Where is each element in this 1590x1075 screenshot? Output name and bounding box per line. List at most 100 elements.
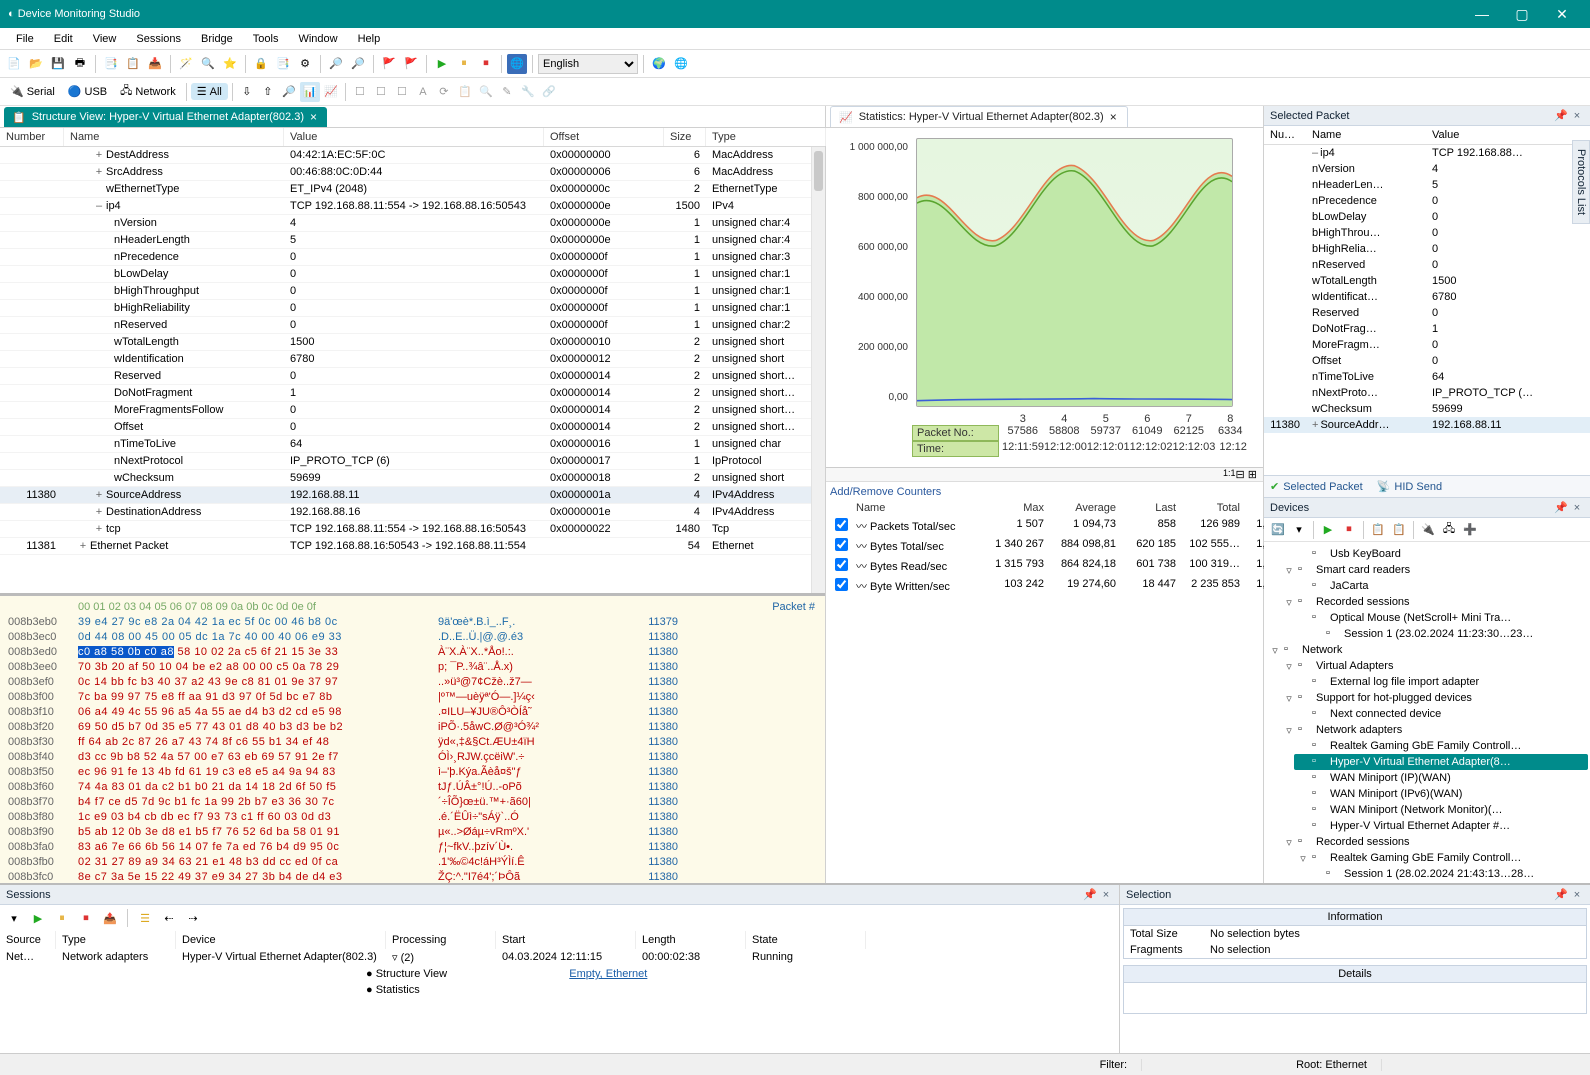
devices-tree[interactable]: ▫Usb KeyBoard▿▫Smart card readers▫JaCart…: [1264, 542, 1590, 883]
hex-row[interactable]: 008b3ed0c0 a8 58 0b c0 a8 58 10 02 2a c5…: [0, 645, 825, 660]
sel-col-header[interactable]: Name: [1306, 126, 1426, 144]
selected-packet-row[interactable]: nHeaderLen…5: [1264, 177, 1590, 193]
gear-icon[interactable]: ⚙: [295, 54, 315, 74]
pin-icon[interactable]: 📌: [1554, 109, 1568, 123]
table-row[interactable]: nHeaderLength50x0000000e1unsigned char:4…: [0, 232, 825, 249]
hex-row[interactable]: 008b3eb039 e4 27 9c e8 2a 04 42 1a ec 5f…: [0, 615, 825, 630]
twisty-icon[interactable]: ▿: [1284, 724, 1294, 737]
paste-icon[interactable]: 📥: [145, 54, 165, 74]
findnext-icon[interactable]: 🔎: [348, 54, 368, 74]
table-row[interactable]: nReserved00x0000000f1unsigned char:22024…: [0, 317, 825, 334]
new-icon[interactable]: 📄: [4, 54, 24, 74]
t8-icon[interactable]: ☐: [392, 82, 412, 102]
ses-right-icon[interactable]: ⇢: [183, 908, 203, 928]
col-header[interactable]: Name: [64, 128, 284, 146]
twisty-icon[interactable]: ▿: [1284, 836, 1294, 849]
filter-icon[interactable]: 🔍: [198, 54, 218, 74]
menu-sessions[interactable]: Sessions: [126, 31, 191, 47]
session-col-header[interactable]: Source: [0, 931, 56, 949]
pin2-icon[interactable]: 📌: [1554, 501, 1568, 515]
hex-row[interactable]: 008b3fa083 a6 7e 66 6b 56 14 07 fe 7a ed…: [0, 840, 825, 855]
menu-edit[interactable]: Edit: [44, 31, 83, 47]
hex-row[interactable]: 008b3ee070 3b 20 af 50 10 04 be e2 a8 00…: [0, 660, 825, 675]
col-header[interactable]: Value: [284, 128, 544, 146]
twisty-icon[interactable]: ▿: [1284, 564, 1294, 577]
table-row[interactable]: +DestAddress04:42:1A:EC:5F:0C0x000000006…: [0, 147, 825, 164]
tree-node[interactable]: ▫WAN Miniport (IP)(WAN): [1294, 770, 1588, 786]
network-mode[interactable]: 🖧Network: [114, 80, 182, 103]
selected-packet-row[interactable]: nTimeToLive64: [1264, 369, 1590, 385]
table-row[interactable]: 11381+Ethernet PacketTCP 192.168.88.16:5…: [0, 538, 825, 555]
close-icon[interactable]: ×: [1570, 109, 1584, 123]
ses-export-icon[interactable]: 📤: [100, 908, 120, 928]
tree-node[interactable]: ▿▫Virtual Adapters: [1280, 658, 1588, 674]
table-row[interactable]: MoreFragmentsFollow00x000000142unsigned …: [0, 402, 825, 419]
table-row[interactable]: bHighReliability00x0000000f1unsigned cha…: [0, 300, 825, 317]
counter-row[interactable]: 〰 Bytes Total/sec1 340 267884 098,81620 …: [830, 536, 1259, 556]
structure-view-tab[interactable]: 📋 Structure View: Hyper-V Virtual Ethern…: [4, 107, 327, 127]
table-row[interactable]: nVersion40x0000000e1unsigned char:42024-…: [0, 215, 825, 232]
find-icon[interactable]: 🔎: [326, 54, 346, 74]
sel-col-header[interactable]: Value: [1426, 126, 1590, 144]
twisty-icon[interactable]: ▿: [1298, 852, 1308, 865]
menu-file[interactable]: File: [6, 31, 44, 47]
zoom-spinner[interactable]: ⊟ ⊞: [1236, 468, 1258, 481]
flag2-icon[interactable]: 🚩: [401, 54, 421, 74]
table-row[interactable]: wTotalLength15000x000000102unsigned shor…: [0, 334, 825, 351]
twisty-icon[interactable]: ▿: [1284, 692, 1294, 705]
scrollbar[interactable]: [811, 147, 825, 593]
tree-node[interactable]: ▫Realtek Gaming GbE Family Controll…: [1294, 738, 1588, 754]
selected-packet-row[interactable]: DoNotFrag…1: [1264, 321, 1590, 337]
pin3-icon[interactable]: 📌: [1083, 888, 1097, 902]
table-row[interactable]: 11380+SourceAddress192.168.88.110x000000…: [0, 487, 825, 504]
copy1-icon[interactable]: 📑: [101, 54, 121, 74]
close-button[interactable]: ✕: [1542, 0, 1582, 28]
all-mode[interactable]: ☰All: [191, 83, 228, 100]
hex-view[interactable]: 00 01 02 03 04 05 06 07 08 09 0a 0b 0c 0…: [0, 593, 825, 883]
t6-icon[interactable]: ☐: [350, 82, 370, 102]
table-row[interactable]: +DestinationAddress192.168.88.160x000000…: [0, 504, 825, 521]
selected-packet-row[interactable]: wChecksum59699: [1264, 401, 1590, 417]
selected-packet-row[interactable]: wTotalLength1500: [1264, 273, 1590, 289]
t9-icon[interactable]: A: [413, 82, 433, 102]
session-sub-row[interactable]: ● Statistics: [0, 982, 1119, 998]
close4-icon[interactable]: ×: [1570, 888, 1584, 902]
twisty-icon[interactable]: ▿: [1284, 596, 1294, 609]
table-row[interactable]: wIdentification67800x000000122unsigned s…: [0, 351, 825, 368]
expand-icon[interactable]: ▿: [392, 952, 398, 964]
table-row[interactable]: wEthernetTypeET_IPv4 (2048)0x0000000c2Et…: [0, 181, 825, 198]
earth1-icon[interactable]: 🌍: [649, 54, 669, 74]
selected-packet-row[interactable]: nVersion4: [1264, 161, 1590, 177]
table-row[interactable]: nNextProtocolIP_PROTO_TCP (6)0x000000171…: [0, 453, 825, 470]
tree-node[interactable]: ▿▫Network: [1266, 642, 1588, 658]
selected-packet-row[interactable]: MoreFragm…0: [1264, 337, 1590, 353]
tree-node[interactable]: ▫Next connected device: [1294, 706, 1588, 722]
col-header[interactable]: Offset: [544, 128, 664, 146]
globe-icon[interactable]: 🌐: [507, 54, 527, 74]
counter-row[interactable]: 〰 Bytes Read/sec1 315 793864 824,18601 7…: [830, 556, 1259, 576]
dev-play-icon[interactable]: ▶: [1318, 520, 1338, 540]
ses-play-icon[interactable]: ▶: [28, 908, 48, 928]
selected-packet-row[interactable]: bHighRelia…0: [1264, 241, 1590, 257]
structure-table[interactable]: +DestAddress04:42:1A:EC:5F:0C0x000000006…: [0, 147, 825, 593]
selected-packet-row[interactable]: nPrecedence0: [1264, 193, 1590, 209]
serial-mode[interactable]: 🔌Serial: [4, 83, 61, 100]
protocols-list-sidebar[interactable]: Protocols List: [1572, 140, 1590, 224]
star-icon[interactable]: ⭐: [220, 54, 240, 74]
dev-copy2-icon[interactable]: 📋: [1389, 520, 1409, 540]
counter-row[interactable]: 〰 Byte Written/sec103 24219 274,6018 447…: [830, 576, 1259, 596]
tree-node[interactable]: ▫WAN Miniport (Network Monitor)(…: [1294, 802, 1588, 818]
hid-send-tab[interactable]: 📡HID Send: [1377, 480, 1442, 493]
close2-icon[interactable]: ×: [1570, 501, 1584, 515]
selected-packet-row[interactable]: –ip4TCP 192.168.88…: [1264, 145, 1590, 161]
selected-packet-table[interactable]: –ip4TCP 192.168.88…nVersion4nHeaderLen…5…: [1264, 145, 1590, 475]
hex-row[interactable]: 008b3f2069 50 d5 b7 0d 35 e5 77 43 01 d8…: [0, 720, 825, 735]
hex-row[interactable]: 008b3f50ec 96 91 fe 13 4b fd 61 19 c3 e8…: [0, 765, 825, 780]
pause-icon[interactable]: ⏸: [454, 54, 474, 74]
col-header[interactable]: Size: [664, 128, 706, 146]
minimize-button[interactable]: —: [1462, 0, 1502, 28]
t1-icon[interactable]: ⇩: [237, 82, 257, 102]
counter-checkbox[interactable]: [835, 578, 848, 591]
hex-row[interactable]: 008b3f40d3 cc 9b b8 52 4a 57 00 e7 63 eb…: [0, 750, 825, 765]
t5-icon[interactable]: 📈: [321, 82, 341, 102]
